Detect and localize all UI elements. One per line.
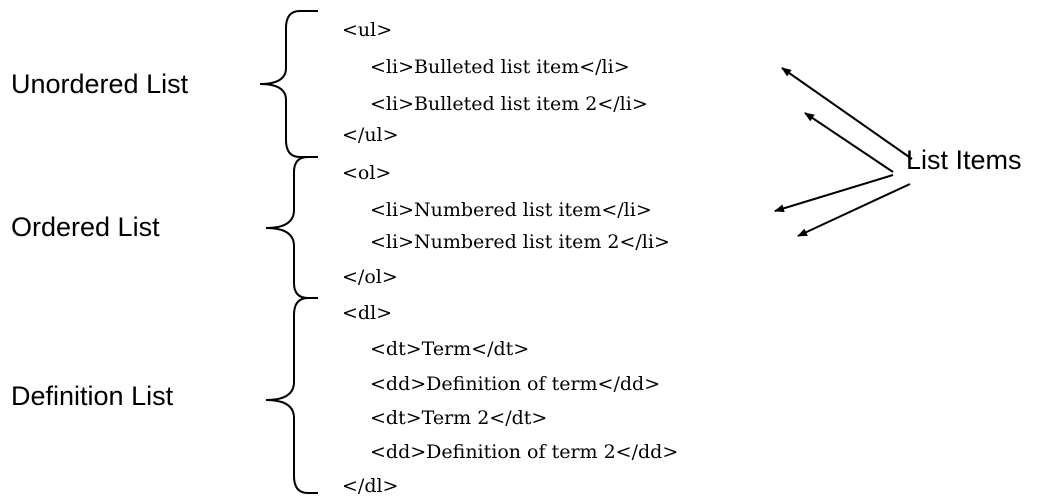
code-ul-open: <ul>: [342, 19, 393, 41]
ordered-list-label: Ordered List: [11, 212, 160, 242]
ordered-list-brace: [265, 156, 318, 299]
unordered-list-brace: [259, 10, 318, 158]
code-ul-item-2: <li>Bulleted list item 2</li>: [370, 93, 648, 115]
code-ol-close: </ol>: [342, 266, 398, 288]
arrow-to-numbered-item-1: [774, 174, 894, 213]
code-dl-close: </dl>: [342, 475, 399, 497]
arrow-to-bulleted-item-2: [804, 112, 894, 173]
list-items-label: List Items: [906, 145, 1022, 175]
definition-list-brace: [265, 297, 318, 494]
code-ul-item-1: <li>Bulleted list item</li>: [370, 56, 630, 78]
unordered-list-label: Unordered List: [11, 69, 189, 99]
code-ol-item-1: <li>Numbered list item</li>: [370, 199, 652, 221]
code-ol-open: <ol>: [342, 162, 392, 184]
code-dt-2: <dt>Term 2</dt>: [370, 407, 548, 429]
code-dd-2: <dd>Definition of term 2</dd>: [370, 441, 679, 463]
code-ul-close: </ul>: [342, 124, 399, 146]
code-dl-open: <dl>: [342, 302, 393, 324]
arrow-to-numbered-item-2: [797, 183, 911, 237]
definition-list-label: Definition List: [11, 381, 174, 411]
code-ol-item-2: <li>Numbered list item 2</li>: [370, 231, 670, 253]
code-dt-1: <dt>Term</dt>: [370, 338, 530, 360]
code-dd-1: <dd>Definition of term</dd>: [370, 373, 661, 395]
arrow-to-bulleted-item-1: [781, 67, 913, 160]
